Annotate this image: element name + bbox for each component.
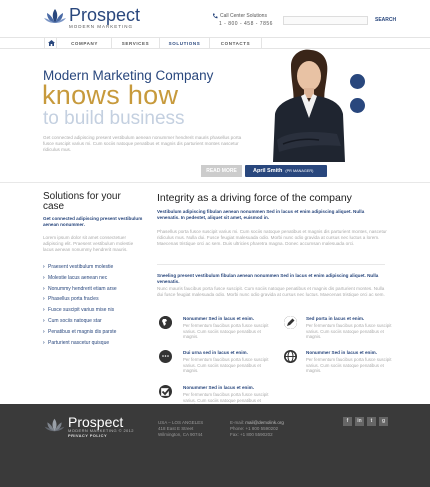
person-role: (PR MANAGER) <box>285 169 314 173</box>
globe-icon <box>159 316 172 329</box>
home-icon <box>48 40 55 46</box>
page: Prospect MODERN MARKETING Call Center So… <box>0 0 430 487</box>
search-input[interactable] <box>283 16 368 25</box>
solutions-lead: Get connected adipiscing present vestibu… <box>43 216 143 228</box>
read-more-button[interactable]: READ MORE <box>201 165 242 177</box>
main-nav: COMPANY SERVICES SOLUTIONS CONTACTS <box>0 37 430 49</box>
section-divider <box>0 182 430 183</box>
solutions-list-item[interactable]: Fusce suscipit varius mise nis <box>43 305 153 316</box>
feature-title[interactable]: Nonummer Sed in lacus et enim. <box>183 316 254 321</box>
nav-company[interactable]: COMPANY <box>58 38 112 49</box>
solutions-list-item[interactable]: Molestie lacus aenean nec <box>43 273 153 284</box>
integrity-text: Phasellus porta fusce suscipit varius mi… <box>157 229 387 247</box>
nav-services[interactable]: SERVICES <box>112 38 160 49</box>
person-name: April Smith <box>253 168 283 174</box>
linkedin-icon[interactable]: in <box>355 417 364 426</box>
twitter-icon[interactable]: t <box>367 417 376 426</box>
solutions-list-item[interactable]: Penatibus et magnis dis parste <box>43 327 153 338</box>
phone-icon <box>212 13 218 19</box>
logo-tagline: MODERN MARKETING <box>69 24 134 29</box>
person-badge[interactable]: April Smith (PR MANAGER) <box>245 165 327 177</box>
slider-dot-2[interactable] <box>350 98 365 113</box>
footer-fax: Fax: +1 800 5590202 <box>230 432 273 437</box>
call-center-number: 1 - 800 - 458 - 7856 <box>219 21 273 27</box>
solutions-list-item[interactable]: Nonummy hendrerit etiam arse <box>43 284 153 295</box>
email-label: E-mail: <box>230 420 245 425</box>
nav-solutions[interactable]: SOLUTIONS <box>160 38 210 49</box>
facebook-icon[interactable]: f <box>343 417 352 426</box>
integrity-title: Integrity as a driving force of the comp… <box>157 192 352 204</box>
hero-text: Get connected adipiscing present vestibu… <box>43 135 242 153</box>
solutions-list-item[interactable]: Cum sociis natoque star <box>43 316 153 327</box>
feature-title[interactable]: Nonummer Sed in lacus et enim. <box>306 350 377 355</box>
solutions-text: Lorem ipsum dolor sit amet consectetuer … <box>43 235 134 253</box>
footer-contact: E-mail: mail@demolink.org Phone: +1 800 … <box>230 420 284 438</box>
nav-home[interactable] <box>44 38 57 49</box>
hero-heading-3: to build business <box>43 108 185 129</box>
chat-icon <box>159 350 172 363</box>
email-link[interactable]: mail@demolink.org <box>245 420 284 425</box>
solutions-list-item[interactable]: Praesent vestibulum molestie <box>43 262 153 273</box>
feature-text: Per fermentum faucibus porta fusce susci… <box>306 323 392 340</box>
feature-title[interactable]: Sed porta in lacus et enim. <box>306 316 364 321</box>
solutions-list-item[interactable]: Phasellus porta fracles <box>43 294 153 305</box>
feature-title[interactable]: Nonummer Sed in lacus et enim. <box>183 385 254 390</box>
pencil-icon <box>284 316 297 329</box>
logo-name[interactable]: Prospect <box>69 5 140 26</box>
integrity-lead-2: Sneeling present vestibulum fibulan aene… <box>157 273 379 285</box>
integrity-divider <box>157 264 385 265</box>
world-icon <box>284 350 297 363</box>
slider-dot-1[interactable] <box>350 74 365 89</box>
footer-address: USA – LOS ANGELES 418 East E Street Wilm… <box>158 420 203 438</box>
checkbox-icon <box>159 385 172 398</box>
feature-text: Per fermentum faucibus porta fusce susci… <box>183 323 269 340</box>
feature-text: Per fermentum faucibus porta fusce susci… <box>183 357 269 374</box>
solutions-list: Praesent vestibulum molestie Molestie la… <box>43 262 153 348</box>
solutions-list-item[interactable]: Parturient nascetur quisque <box>43 338 153 349</box>
integrity-text-2: Nunc mauris faucibus porta fusce suscipi… <box>157 286 385 298</box>
nav-contacts[interactable]: CONTACTS <box>210 38 262 49</box>
footer-lotus-logo-icon <box>44 418 65 432</box>
feature-text: Per fermentum faucibus porta fusce susci… <box>306 357 392 374</box>
lotus-logo-icon[interactable] <box>44 7 66 25</box>
address-line: Wilmington, CA 90744 <box>158 432 203 437</box>
hero-heading-2: knows how <box>42 80 179 110</box>
search-button[interactable]: SEARCH <box>375 17 396 23</box>
solutions-title: Solutions for your case <box>43 191 121 212</box>
call-center: Call Center Solutions 1 - 800 - 458 - 78… <box>213 13 273 27</box>
feature-title[interactable]: Dui urna sed in lacus et enim. <box>183 350 248 355</box>
woman-photo <box>273 49 345 162</box>
privacy-policy-link[interactable]: PRIVACY POLICY <box>68 433 107 438</box>
google-icon[interactable]: g <box>379 417 388 426</box>
integrity-lead: Vestibulum adipiscing fibulan aenean non… <box>157 209 365 221</box>
call-center-label: Call Center Solutions <box>220 13 267 19</box>
